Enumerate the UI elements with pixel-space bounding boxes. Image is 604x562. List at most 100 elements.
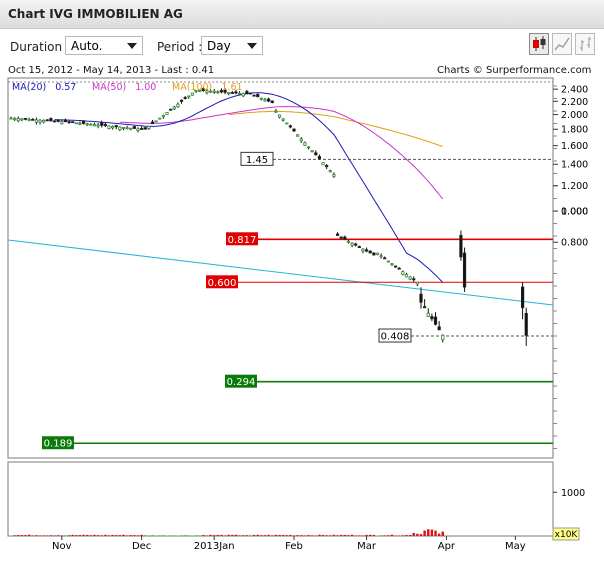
candle-body — [433, 316, 438, 325]
y-tick-label: 2.200 — [561, 97, 588, 108]
volume-bar — [303, 535, 307, 536]
volume-bar — [416, 533, 419, 536]
volume-bar — [256, 534, 259, 536]
volume-bar — [194, 535, 198, 536]
volume-bar — [27, 534, 31, 536]
x-tick-label: 2013Jan — [194, 541, 235, 552]
candle-body — [96, 124, 100, 127]
candle-body — [354, 243, 358, 246]
volume-bar — [140, 534, 143, 536]
y-tick-label: 0.800 — [561, 238, 588, 249]
volume-bar — [434, 530, 437, 536]
level-label: 0.817 — [228, 235, 257, 246]
candle-body — [267, 98, 271, 102]
volume-bar — [336, 535, 339, 536]
volume-bar — [60, 535, 63, 536]
candle-body — [252, 94, 256, 97]
candle-body — [328, 170, 332, 173]
volume-bar — [412, 532, 415, 536]
volume-bar — [67, 535, 71, 536]
candle-body — [158, 117, 162, 120]
volume-bar — [263, 535, 267, 536]
legend-value: 0.57 — [55, 82, 76, 93]
volume-bar — [430, 529, 434, 536]
candle-body — [306, 146, 311, 149]
candle-body — [172, 106, 176, 110]
volume-bar — [325, 535, 328, 536]
candle-body — [321, 162, 325, 166]
volume-bar — [17, 535, 20, 536]
volume-bar — [441, 531, 444, 536]
volume-bar — [100, 535, 103, 536]
candle-body — [404, 273, 409, 278]
volume-bar — [383, 535, 386, 536]
volume-bar — [64, 535, 67, 536]
volume-bar — [104, 534, 107, 536]
volume-bar — [365, 534, 368, 536]
volume-bar — [144, 534, 147, 536]
volume-bar — [78, 535, 82, 536]
candle-body — [346, 240, 351, 243]
candle-body — [259, 97, 263, 100]
volume-bar — [147, 535, 151, 536]
candle-body — [63, 119, 68, 123]
candle-body — [408, 276, 412, 280]
legend-label: MA(50) — [92, 82, 126, 93]
candle-body — [415, 281, 419, 285]
volume-tick-label: 1000 — [561, 488, 585, 499]
volume-bar — [162, 534, 165, 536]
volume-bar — [151, 534, 154, 536]
candle-body — [256, 94, 260, 98]
candle-body — [430, 316, 434, 320]
volume-bar — [310, 535, 314, 536]
volume-bar — [198, 535, 201, 536]
volume-bar — [358, 535, 361, 536]
volume-bar — [122, 534, 125, 536]
candle-body — [317, 156, 322, 160]
candle-body — [190, 92, 195, 96]
x-tick-label: Apr — [438, 541, 456, 552]
volume-bar — [307, 535, 310, 536]
candle-body — [71, 121, 75, 124]
volume-bar — [361, 535, 365, 536]
candle-body — [339, 236, 343, 239]
candle-body — [281, 118, 285, 121]
candle-body — [13, 117, 17, 121]
legend-value: 1.00 — [135, 82, 156, 93]
candle-body — [136, 128, 140, 132]
candle-body — [379, 255, 383, 258]
volume-bar — [376, 535, 379, 536]
candle-body — [169, 108, 173, 111]
volume-bar — [183, 534, 187, 536]
volume-bar — [187, 535, 190, 536]
candle-body — [375, 252, 380, 255]
candle-body — [216, 91, 220, 94]
candle-body — [121, 127, 126, 129]
volume-bar — [242, 535, 245, 536]
volume-bar — [173, 535, 176, 536]
candle-body — [114, 125, 118, 128]
volume-bar — [154, 535, 158, 536]
volume-bar — [419, 534, 423, 536]
candle-body — [274, 110, 278, 113]
candle-body — [248, 92, 253, 95]
candle-body — [118, 126, 122, 130]
volume-bar — [281, 535, 285, 536]
x-tick-label: Dec — [132, 541, 151, 552]
volume-bar — [35, 535, 38, 536]
volume-bar — [271, 535, 274, 536]
volume-bar — [180, 535, 183, 536]
candle-body — [462, 252, 467, 288]
level-label: 0.408 — [381, 332, 410, 343]
candle-body — [459, 235, 463, 258]
candle-body — [16, 118, 20, 122]
candle-body — [412, 278, 416, 281]
candle-body — [67, 121, 71, 123]
candle-body — [335, 233, 340, 236]
y-tick-label: 0.000 — [561, 207, 588, 218]
volume-bar — [158, 535, 161, 536]
candle-body — [332, 174, 336, 177]
candle-body — [100, 122, 104, 126]
level-label: 0.294 — [227, 377, 256, 388]
volume-bar — [38, 535, 42, 536]
